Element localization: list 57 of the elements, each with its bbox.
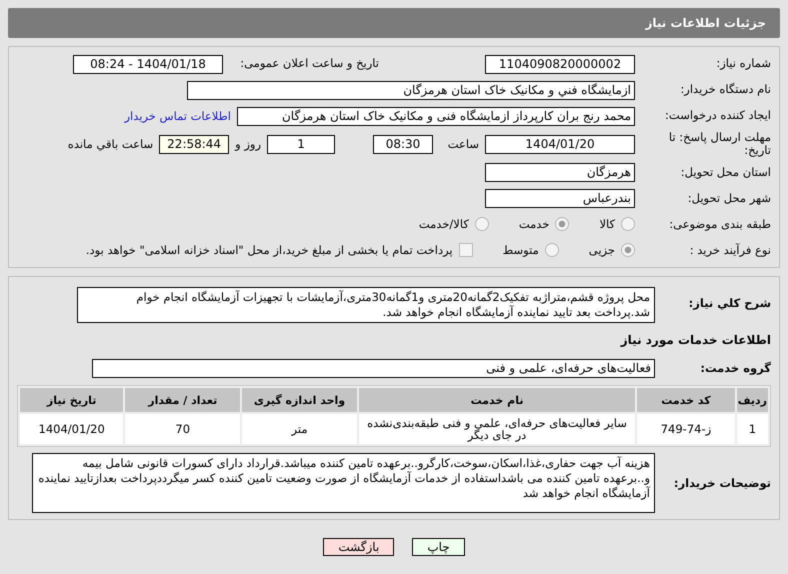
field-label: گروه خدمت: (699, 362, 771, 376)
radio-label: جزیی (588, 243, 615, 258)
field-label: تاریخ و ساعت اعلان عمومی: (239, 57, 380, 71)
table-cell: 1404/01/20 (20, 414, 124, 444)
field-label: استان محل تحویل: (680, 166, 771, 180)
days-field: 1 (267, 134, 335, 154)
radio-button[interactable] (621, 243, 635, 258)
city-field: بندرعباس (485, 188, 635, 208)
field-label: مهلت ارسال پاسخ: تا تاریخ: (668, 131, 771, 158)
buyer-org-field: ازمایشگاه فني و مکانيک خاک استان هرمزگان (187, 80, 635, 100)
buyer-contact-link[interactable]: اطلاعات تماس خریدار (124, 109, 231, 123)
field-label: ایجاد کننده درخواست: (664, 109, 771, 123)
column-header: ردیف (736, 388, 768, 412)
print-button[interactable]: چاپ (412, 538, 465, 556)
column-header: کد خدمت (637, 388, 735, 412)
field-label: شهر محل تحویل: (686, 192, 771, 206)
table-cell: 1 (736, 414, 768, 444)
service-group-field: فعالیت‌های حرفه‌ای، علمی و فنی (92, 358, 655, 378)
need-number-field: 1104090820000002 (485, 54, 635, 74)
buyer-notes-textarea[interactable]: هزینه آب جهت حفاری،غذا،اسکان،سوخت،کارگرو..برعهده تامین کننده میباشد.قرارداد دارای کسورات قانونی شامل بیمه و..برعهده تامین کننده می باشداستفاده از خدمات آزمایشگاه از صورت وضعیت تامین کننده کسر میگرددپرداخت بعدازتایید نماینده آزمایشگاه انجام خواهد شد (32, 453, 655, 514)
checkbox-label: پرداخت تمام یا بخشی از مبلغ خرید،از محل "اسناد خزانه اسلامی" خواهد بود. (86, 243, 453, 258)
radio-label: کالا/خدمت (418, 217, 469, 232)
radio-label: خدمت (518, 217, 550, 232)
table-cell: 70 (125, 414, 240, 444)
radio-label: کالا (599, 217, 615, 232)
announce-date-field: 1404/01/18 - 08:24 (73, 54, 223, 74)
table-cell: ز-74-749 (637, 414, 735, 444)
checkbox[interactable] (458, 243, 473, 258)
section-title: اطلاعات خدمات مورد نیاز (620, 333, 771, 348)
remaining-label: ساعت باقي مانده (68, 137, 154, 152)
field-label: شماره نیاز: (715, 57, 771, 71)
page-header: جزئیات اطلاعات نیاز (8, 8, 780, 38)
table-cell: سایر فعالیت‌های حرفه‌ای، علمی و فنی طبقه‌بندی‌نشده در جای دیگر (358, 414, 636, 444)
radio-button[interactable] (621, 217, 635, 232)
radio-label: متوسط (502, 243, 539, 258)
table-cell: متر (242, 414, 357, 444)
deadline-time-field: 08:30 (373, 134, 433, 154)
field-label: نام دستگاه خریدار: (679, 83, 771, 97)
field-label: نوع فرآیند خرید : (688, 244, 771, 258)
column-header: نام خدمت (358, 388, 636, 412)
field-label: توضیحات خریدار: (672, 476, 771, 490)
field-label: شرح کلي نیاز: (688, 295, 771, 311)
radio-button[interactable] (555, 217, 570, 232)
field-label: طبقه بندی موضوعی: (668, 218, 771, 232)
column-header: تعداد / مقدار (125, 388, 240, 412)
days-label: روز و (235, 137, 261, 152)
column-header: واحد اندازه گیری (242, 388, 357, 412)
province-field: هرمزگان (485, 162, 635, 182)
deadline-date-field: 1404/01/20 (485, 134, 635, 154)
radio-button[interactable] (474, 217, 489, 232)
radio-button[interactable] (544, 243, 559, 258)
remaining-time-field: 22:58:44 (159, 134, 230, 154)
back-button[interactable]: بازگشت (323, 538, 394, 556)
description-textarea[interactable]: محل پروژه قشم،متراژبه تفکیک2گمانه20متری و1گمانه30متری،آزمایشات با تجهیزات آزمایشگاه انجام خوام شد.پرداخت بعد تایید نماینده آزمایشگاه انجام خواهد شد. (77, 287, 655, 324)
time-label: ساعت (446, 137, 479, 152)
requester-field: محمد رنج بران کارپرداز ازمایشگاه فنی و مکانیک خاک استان هرمزگان (237, 106, 635, 126)
column-header: تاریخ نیاز (20, 388, 124, 412)
